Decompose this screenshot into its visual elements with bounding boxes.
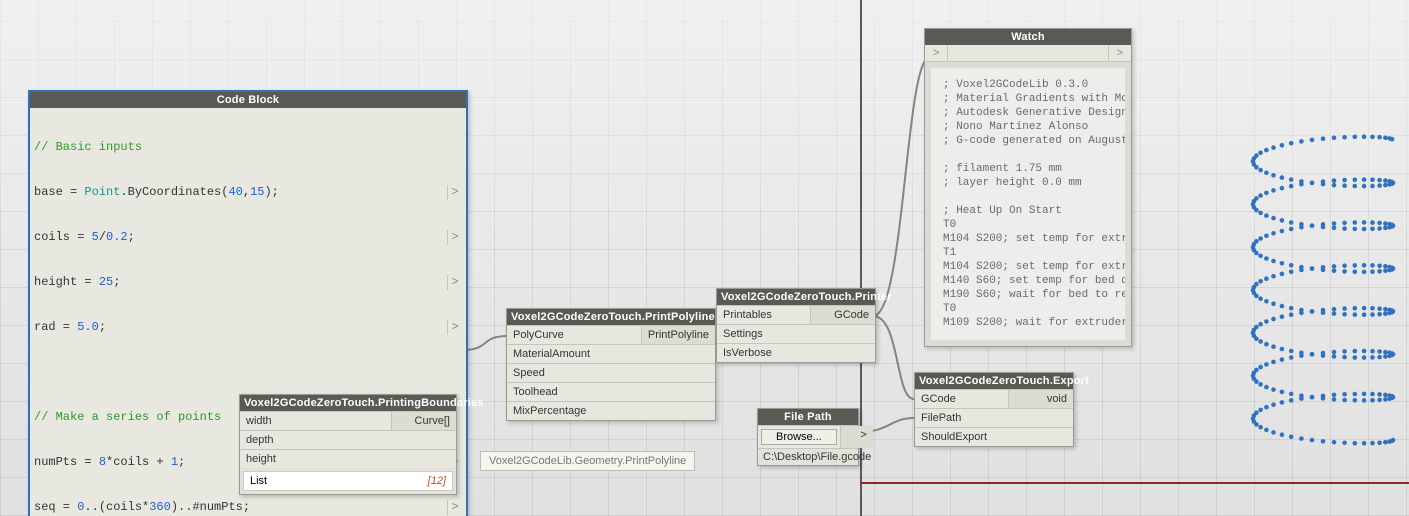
port-in[interactable]: FilePath <box>915 409 1073 427</box>
port-in[interactable]: depth <box>240 431 456 449</box>
tooltip: Voxel2GCodeLib.Geometry.PrintPolyline <box>480 451 695 471</box>
port-out[interactable]: Curve[] <box>391 412 456 430</box>
node-printer[interactable]: Voxel2GCodeZeroTouch.Printer PrintablesG… <box>716 288 876 363</box>
code-out-port[interactable]: > <box>447 320 462 335</box>
port-out[interactable]: PrintPolyline <box>641 326 715 344</box>
code-out-port[interactable]: > <box>447 185 462 200</box>
port-in[interactable]: IsVerbose <box>717 344 875 362</box>
node-watch[interactable]: Watch > > ; Voxel2GCodeLib 0.3.0 ; Materi… <box>924 28 1132 347</box>
watch-output: ; Voxel2GCodeLib 0.3.0 ; Material Gradie… <box>931 68 1125 340</box>
node-title: File Path <box>758 409 858 425</box>
node-print-polyline[interactable]: Voxel2GCodeZeroTouch.PrintPolyline PolyC… <box>506 308 716 421</box>
port-out[interactable]: > <box>840 426 873 448</box>
port-out[interactable]: > <box>1108 45 1131 61</box>
port-in[interactable]: height <box>240 450 456 468</box>
list-output: List[12] <box>243 471 453 491</box>
node-export[interactable]: Voxel2GCodeZeroTouch.Export GCodevoid Fi… <box>914 372 1074 447</box>
port-in[interactable]: PolyCurve <box>507 326 641 344</box>
port-in[interactable]: MaterialAmount <box>507 345 715 363</box>
node-title: Voxel2GCodeZeroTouch.PrintPolyline <box>507 309 715 325</box>
port-in[interactable]: Speed <box>507 364 715 382</box>
port-in[interactable]: MixPercentage <box>507 402 715 420</box>
code-out-port[interactable]: > <box>447 230 462 245</box>
browse-button[interactable]: Browse... <box>761 429 837 445</box>
node-title: Watch <box>925 29 1131 45</box>
node-title: Voxel2GCodeZeroTouch.PrintingBoundaries <box>240 395 456 411</box>
port-in[interactable]: > <box>925 45 948 61</box>
code-out-port[interactable]: > <box>447 275 462 290</box>
axis-x <box>860 482 1409 484</box>
port-out[interactable]: void <box>1008 390 1073 408</box>
port-in[interactable]: GCode <box>915 390 1008 408</box>
dynamo-canvas[interactable]: Code Block // Basic inputs base = Point.… <box>0 0 1409 516</box>
code-out-port[interactable]: > <box>447 500 462 515</box>
port-in[interactable]: Toolhead <box>507 383 715 401</box>
port-out[interactable]: GCode <box>810 306 875 324</box>
port-in[interactable]: ShouldExport <box>915 428 1073 446</box>
node-title: Voxel2GCodeZeroTouch.Printer <box>717 289 875 305</box>
file-path-value: C:\Desktop\File.gcode <box>758 448 858 465</box>
node-title: Code Block <box>30 92 466 108</box>
node-printing-boundaries[interactable]: Voxel2GCodeZeroTouch.PrintingBoundaries … <box>239 394 457 495</box>
geometry-preview-spiral: (function(){ var svg=document.currentScr… <box>1238 120 1408 460</box>
port-in[interactable]: Settings <box>717 325 875 343</box>
node-title: Voxel2GCodeZeroTouch.Export <box>915 373 1073 389</box>
node-file-path[interactable]: File Path Browse... > C:\Desktop\File.gc… <box>757 408 859 466</box>
port-in[interactable]: Printables <box>717 306 810 324</box>
port-in[interactable]: width <box>240 412 391 430</box>
